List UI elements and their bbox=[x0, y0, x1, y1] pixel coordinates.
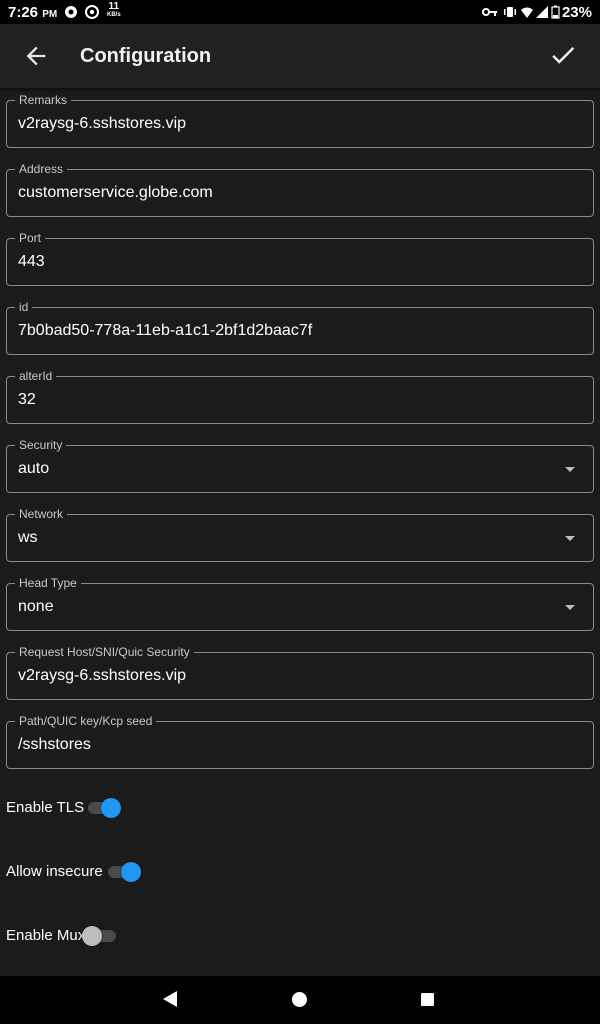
nav-back-icon[interactable] bbox=[163, 991, 177, 1007]
enable-tls-switch[interactable] bbox=[88, 795, 122, 821]
vpn-shield-icon bbox=[65, 6, 77, 18]
check-icon[interactable] bbox=[548, 40, 578, 70]
switch-thumb bbox=[82, 926, 102, 946]
field-label: Path/QUIC key/Kcp seed bbox=[15, 714, 157, 728]
switch-thumb bbox=[101, 798, 121, 818]
system-nav-bar bbox=[0, 976, 600, 1024]
remarks-field[interactable]: Remarks v2raysg-6.sshstores.vip bbox=[6, 93, 594, 148]
path-input[interactable]: /sshstores bbox=[18, 736, 91, 754]
status-bar: 7:26 PM 11 KB/s 23% bbox=[0, 0, 600, 24]
head-type-value: none bbox=[18, 598, 54, 615]
field-label: Remarks bbox=[15, 93, 72, 107]
head-type-select[interactable]: Head Type none bbox=[6, 576, 594, 631]
battery-icon bbox=[551, 5, 560, 19]
allow-insecure-row: Allow insecure bbox=[6, 857, 156, 887]
allow-insecure-switch[interactable] bbox=[108, 859, 142, 885]
field-label: id bbox=[15, 300, 33, 314]
alter-id-input[interactable]: 32 bbox=[18, 391, 36, 409]
enable-tls-row: Enable TLS bbox=[6, 793, 136, 823]
remarks-input[interactable]: v2raysg-6.sshstores.vip bbox=[18, 115, 186, 133]
port-field[interactable]: Port 443 bbox=[6, 231, 594, 286]
field-label: Request Host/SNI/Quic Security bbox=[15, 645, 194, 659]
field-label: Network bbox=[15, 507, 68, 521]
enable-mux-row: Enable Mux bbox=[6, 921, 136, 951]
allow-insecure-label: Allow insecure bbox=[6, 863, 103, 880]
id-input[interactable]: 7b0bad50-778a-11eb-a1c1-2bf1d2baac7f bbox=[18, 322, 312, 340]
alter-id-field[interactable]: alterId 32 bbox=[6, 369, 594, 424]
nav-recents-icon[interactable] bbox=[421, 993, 434, 1006]
field-label: Head Type bbox=[15, 576, 81, 590]
vibrate-icon bbox=[504, 7, 516, 17]
arrow-back-icon[interactable] bbox=[22, 42, 50, 70]
dropdown-arrow-icon[interactable] bbox=[565, 467, 575, 472]
status-time: 7:26 PM bbox=[8, 4, 58, 21]
network-value: ws bbox=[18, 529, 38, 546]
page-title: Configuration bbox=[80, 45, 212, 67]
security-select[interactable]: Security auto bbox=[6, 438, 594, 493]
security-value: auto bbox=[18, 460, 50, 477]
request-host-field[interactable]: Request Host/SNI/Quic Security v2raysg-6… bbox=[6, 645, 594, 700]
field-label: alterId bbox=[15, 369, 57, 383]
chrome-icon bbox=[85, 5, 99, 19]
network-select[interactable]: Network ws bbox=[6, 507, 594, 562]
address-field[interactable]: Address customerservice.globe.com bbox=[6, 162, 594, 217]
id-field[interactable]: id 7b0bad50-778a-11eb-a1c1-2bf1d2baac7f bbox=[6, 300, 594, 355]
field-label: Address bbox=[15, 162, 68, 176]
nav-home-icon[interactable] bbox=[292, 992, 307, 1007]
enable-mux-label: Enable Mux bbox=[6, 927, 86, 944]
request-host-input[interactable]: v2raysg-6.sshstores.vip bbox=[18, 667, 186, 685]
path-field[interactable]: Path/QUIC key/Kcp seed /sshstores bbox=[6, 714, 594, 769]
field-label: Port bbox=[15, 231, 46, 245]
enable-tls-label: Enable TLS bbox=[6, 799, 85, 816]
key-icon bbox=[482, 8, 497, 16]
dropdown-arrow-icon[interactable] bbox=[565, 536, 575, 541]
net-speed-indicator: 11 KB/s bbox=[107, 1, 121, 19]
switch-thumb bbox=[121, 862, 141, 882]
field-label: Security bbox=[15, 438, 67, 452]
enable-mux-switch[interactable] bbox=[82, 923, 120, 949]
dropdown-arrow-icon[interactable] bbox=[565, 605, 575, 610]
signal-icon bbox=[536, 6, 548, 18]
address-input[interactable]: customerservice.globe.com bbox=[18, 184, 213, 202]
wifi-icon bbox=[521, 7, 533, 18]
port-input[interactable]: 443 bbox=[18, 253, 45, 271]
battery-percent: 23% bbox=[561, 4, 592, 21]
app-bar: Configuration bbox=[0, 24, 600, 88]
